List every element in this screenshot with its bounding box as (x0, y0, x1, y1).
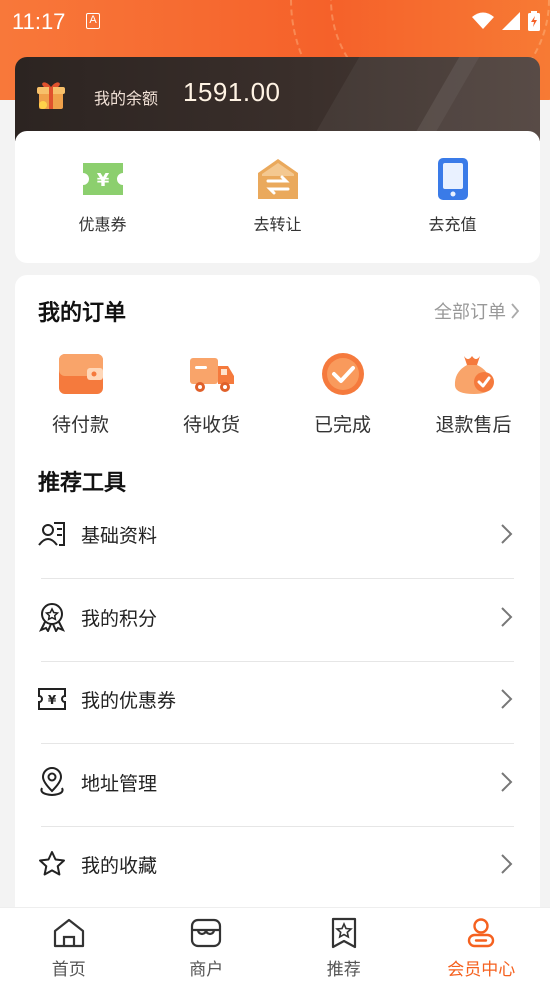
notification-icon: A (86, 13, 100, 29)
transfer-house-icon (258, 159, 298, 199)
quick-actions-card: ¥ 优惠券 去转让 去充值 (15, 131, 540, 263)
order-label: 待收货 (182, 414, 240, 436)
chevron-right-icon (501, 524, 513, 544)
tab-recommend[interactable]: 推荐 (275, 908, 413, 982)
order-label: 已完成 (313, 414, 371, 436)
tab-merchant[interactable]: 商户 (138, 908, 276, 982)
tool-item-favorites[interactable]: 我的收藏 (15, 827, 540, 909)
tab-home[interactable]: 首页 (0, 908, 138, 982)
chevron-right-icon (511, 303, 520, 319)
status-bar: 11:17 A (0, 0, 550, 44)
balance-label: 我的余额 (94, 89, 159, 108)
signal-icon (502, 12, 520, 30)
tool-label: 我的收藏 (81, 855, 158, 877)
tab-label: 商户 (189, 960, 224, 980)
quick-action-label: 优惠券 (78, 215, 127, 234)
coupon-icon: ¥ (83, 163, 123, 195)
tool-item-address[interactable]: 地址管理 (15, 745, 540, 827)
order-label: 待付款 (51, 414, 109, 436)
chevron-right-icon (501, 607, 513, 627)
tool-item-my-coupons[interactable]: ¥ 我的优惠券 (15, 662, 540, 744)
phone-recharge-icon (438, 158, 468, 200)
check-circle-icon (321, 353, 364, 395)
order-completed[interactable]: 已完成 (277, 350, 408, 437)
order-refund-after-sales[interactable]: 退款售后 (408, 350, 539, 437)
order-label: 退款售后 (435, 414, 512, 436)
chevron-right-icon (501, 854, 513, 874)
wallet-icon (58, 354, 103, 394)
tool-item-basic-info[interactable]: 基础资料 (15, 497, 540, 579)
chevron-right-icon (501, 689, 513, 709)
svg-text:¥: ¥ (97, 170, 110, 191)
battery-icon (528, 11, 540, 31)
quick-action-recharge[interactable]: 去充值 (365, 131, 540, 263)
tab-label: 推荐 (326, 960, 361, 980)
truck-icon (189, 358, 234, 392)
tab-member-center[interactable]: 会员中心 (413, 908, 550, 982)
bottom-tab-bar: 首页 商户 推荐 会员中心 (0, 907, 550, 982)
status-time: 11:17 (12, 9, 66, 34)
quick-action-label: 去充值 (428, 215, 477, 234)
tool-item-points[interactable]: 我的积分 (15, 580, 540, 662)
refund-bag-icon (454, 356, 494, 394)
member-icon (468, 918, 495, 948)
ticket-icon: ¥ (38, 688, 66, 710)
location-pin-icon (40, 767, 64, 797)
order-pending-receipt[interactable]: 待收货 (146, 350, 277, 437)
profile-card-icon (38, 522, 65, 546)
store-icon (191, 918, 222, 948)
tab-label: 会员中心 (447, 960, 516, 980)
balance-value: 1591.00 (183, 77, 281, 107)
all-orders-link[interactable]: 全部订单 (434, 298, 520, 324)
recommend-icon (331, 917, 356, 949)
divider (41, 578, 514, 579)
balance-card[interactable]: 我的余额 1591.00 (15, 57, 540, 141)
tool-label: 地址管理 (81, 773, 158, 795)
svg-text:¥: ¥ (48, 693, 57, 707)
quick-action-label: 去转让 (253, 215, 302, 234)
medal-icon (38, 603, 66, 632)
tool-label: 我的积分 (81, 608, 158, 630)
tool-label: 基础资料 (81, 525, 158, 547)
chevron-right-icon (501, 772, 513, 792)
wifi-icon (472, 12, 494, 29)
all-orders-label: 全部订单 (434, 302, 506, 323)
star-icon (39, 851, 65, 876)
divider (41, 743, 514, 744)
quick-action-coupon[interactable]: ¥ 优惠券 (15, 131, 190, 263)
orders-and-tools-card: 我的订单 全部订单 待付款 待收货 已完成 退款售后 推荐工具 基础资料 我的积… (15, 275, 540, 915)
tab-label: 首页 (51, 960, 86, 980)
orders-title: 我的订单 (38, 301, 127, 326)
order-pending-payment[interactable]: 待付款 (15, 350, 146, 437)
tool-label: 我的优惠券 (81, 690, 177, 712)
quick-action-transfer[interactable]: 去转让 (190, 131, 365, 263)
gift-icon (37, 82, 65, 109)
home-icon (53, 918, 84, 948)
tools-title: 推荐工具 (38, 471, 127, 496)
